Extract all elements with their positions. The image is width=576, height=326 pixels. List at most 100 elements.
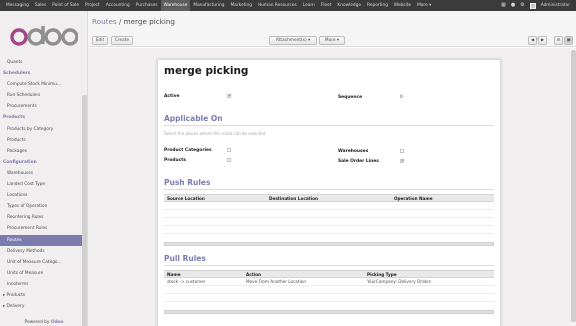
sidebar-item[interactable]: Procurement Rules bbox=[0, 223, 82, 234]
sidebar-item[interactable]: Locations bbox=[0, 190, 82, 201]
user-avatar[interactable] bbox=[529, 2, 536, 9]
table-row[interactable] bbox=[164, 218, 494, 226]
edit-button[interactable]: Edit bbox=[92, 36, 108, 45]
sidebar-item[interactable]: Reordering Rules bbox=[0, 212, 82, 223]
top-menu-item[interactable]: Project bbox=[82, 0, 103, 11]
sidebar-item[interactable]: Unit of Measure Catego... bbox=[0, 257, 82, 268]
table-row[interactable] bbox=[164, 210, 494, 218]
sidebar-item[interactable]: Quants bbox=[0, 57, 82, 68]
push-rules-heading: Push Rules bbox=[164, 178, 211, 187]
powered-prefix: Powered by bbox=[24, 320, 50, 325]
top-menu-item[interactable]: Website bbox=[391, 0, 414, 11]
top-menu-item[interactable]: Learn bbox=[300, 0, 318, 11]
table-row[interactable] bbox=[164, 294, 494, 302]
table-row[interactable] bbox=[164, 302, 494, 310]
top-menu-item[interactable]: Point of Sale bbox=[49, 0, 82, 11]
top-menu-item[interactable]: Messaging bbox=[3, 0, 32, 11]
user-menu[interactable]: Administrator bbox=[541, 3, 570, 8]
sidebar-item[interactable]: Procurements bbox=[0, 101, 82, 112]
odoo-logo[interactable] bbox=[10, 25, 78, 47]
top-menu-item[interactable]: More ▾ bbox=[414, 0, 434, 11]
scrollbar-thumb[interactable] bbox=[571, 50, 576, 322]
top-menu-item[interactable]: Knowledge bbox=[334, 0, 364, 11]
more-button[interactable]: More ▾ bbox=[319, 36, 345, 45]
table-row[interactable] bbox=[164, 202, 494, 210]
settings-icon[interactable]: ⚙ bbox=[520, 0, 524, 11]
sidebar-scrollbar[interactable] bbox=[82, 95, 87, 326]
products-checkbox[interactable] bbox=[227, 158, 231, 162]
sidebar-item[interactable]: ▸ Products bbox=[0, 290, 82, 301]
sequence-value[interactable]: 0 bbox=[400, 95, 403, 100]
active-checkbox[interactable] bbox=[227, 93, 231, 98]
column-header[interactable]: Name bbox=[167, 271, 181, 278]
sale-order-lines-label: Sale Order Lines bbox=[338, 159, 379, 164]
list-view-button[interactable]: ☰ bbox=[554, 36, 563, 45]
column-header[interactable]: Source Location bbox=[167, 195, 205, 202]
sidebar-item[interactable]: Units of Measure bbox=[0, 268, 82, 279]
sidebar: Quants Schedulers Compute Stock Minimu... R… bbox=[0, 11, 88, 326]
attachments-button[interactable]: Attachment(s) ▾ bbox=[269, 36, 317, 45]
sidebar-item-label: Incoterms bbox=[7, 281, 29, 287]
sequence-label: Sequence bbox=[338, 95, 363, 100]
sidebar-item[interactable]: Products bbox=[0, 135, 82, 146]
applicable-on-help: Select the places where this route can b… bbox=[164, 131, 266, 136]
product-categories-checkbox[interactable] bbox=[227, 148, 231, 152]
sidebar-item[interactable]: Incoterms bbox=[0, 279, 82, 290]
table-row[interactable] bbox=[164, 234, 494, 242]
top-menu-item[interactable]: Accounting bbox=[103, 0, 133, 11]
list-view-icon: ☰ bbox=[556, 38, 561, 43]
breadcrumb-current: merge picking bbox=[123, 17, 175, 26]
sidebar-item-label: Warehouses bbox=[7, 170, 34, 176]
sidebar-item[interactable]: ▸ Delivery bbox=[0, 301, 82, 312]
sidebar-item[interactable]: Products by Category bbox=[0, 124, 82, 135]
form-view-button[interactable]: ▣ bbox=[564, 36, 573, 45]
sidebar-item-label: Products bbox=[7, 137, 26, 143]
pager-previous-button[interactable]: ◀ bbox=[528, 36, 537, 45]
column-header[interactable]: Destination Location bbox=[269, 195, 318, 202]
top-menu-item[interactable]: Human Resources bbox=[255, 0, 300, 11]
table-footer bbox=[164, 242, 494, 246]
table-row[interactable] bbox=[164, 286, 494, 294]
top-menu-item[interactable]: Manufacturing bbox=[190, 0, 227, 11]
table-row[interactable] bbox=[164, 226, 494, 234]
chat-icon[interactable]: ▦ bbox=[501, 0, 506, 11]
route-name[interactable]: merge picking bbox=[164, 65, 248, 77]
table-row[interactable]: stock -> customer Move From Another Loca… bbox=[164, 278, 494, 286]
sidebar-item[interactable]: Compute Stock Minimu... bbox=[0, 79, 82, 90]
pull-rules-heading: Pull Rules bbox=[164, 254, 206, 263]
column-header[interactable]: Action bbox=[246, 271, 261, 278]
top-menu-item[interactable]: Marketing bbox=[228, 0, 255, 11]
breadcrumb-routes[interactable]: Routes bbox=[92, 17, 117, 26]
sidebar-item[interactable]: Landed Cost Type bbox=[0, 179, 82, 190]
sidebar-item[interactable]: Types of Operation bbox=[0, 201, 82, 212]
sidebar-item[interactable]: Routes bbox=[0, 234, 82, 246]
sidebar-section-header: Configuration bbox=[0, 157, 82, 168]
top-menu-item[interactable]: Reporting bbox=[364, 0, 391, 11]
main-scrollbar[interactable] bbox=[571, 48, 576, 326]
sidebar-item[interactable]: Delivery Methods bbox=[0, 246, 82, 257]
column-header[interactable]: Picking Type bbox=[367, 271, 397, 278]
sale-order-lines-checkbox[interactable] bbox=[400, 158, 404, 163]
sidebar-item[interactable]: Run Schedulers bbox=[0, 90, 82, 101]
top-menu-item[interactable]: Purchases bbox=[133, 0, 161, 11]
breadcrumb-separator: / bbox=[118, 17, 122, 26]
product-categories-label: Product Categories bbox=[164, 148, 212, 153]
warehouses-checkbox[interactable] bbox=[400, 149, 404, 153]
top-menu-item[interactable]: Fleet bbox=[318, 0, 335, 11]
column-header[interactable]: Operation Name bbox=[394, 195, 433, 202]
top-menu-item[interactable]: Warehouse bbox=[160, 0, 191, 11]
sidebar-section-header: Products bbox=[0, 112, 82, 123]
chevron-left-icon: ◀ bbox=[530, 38, 535, 43]
top-menu-item[interactable]: Sales bbox=[32, 0, 49, 11]
pager-next-button[interactable]: ▶ bbox=[538, 36, 547, 45]
sidebar-item-label: Locations bbox=[7, 193, 28, 199]
create-button[interactable]: Create bbox=[111, 36, 133, 45]
powered-brand[interactable]: Odoo bbox=[51, 320, 64, 325]
control-panel: Routes / merge picking Edit Create Attac… bbox=[88, 11, 576, 47]
notifications-icon[interactable]: ● bbox=[511, 0, 515, 11]
app-menu: Messaging Sales Point of Sale Project Accoun… bbox=[0, 0, 434, 11]
sidebar-item[interactable]: Warehouses bbox=[0, 168, 82, 179]
sidebar-item[interactable]: Packages bbox=[0, 146, 82, 157]
sidebar-item-label: Compute Stock Minimu... bbox=[7, 82, 62, 88]
products-label: Products bbox=[164, 158, 186, 163]
